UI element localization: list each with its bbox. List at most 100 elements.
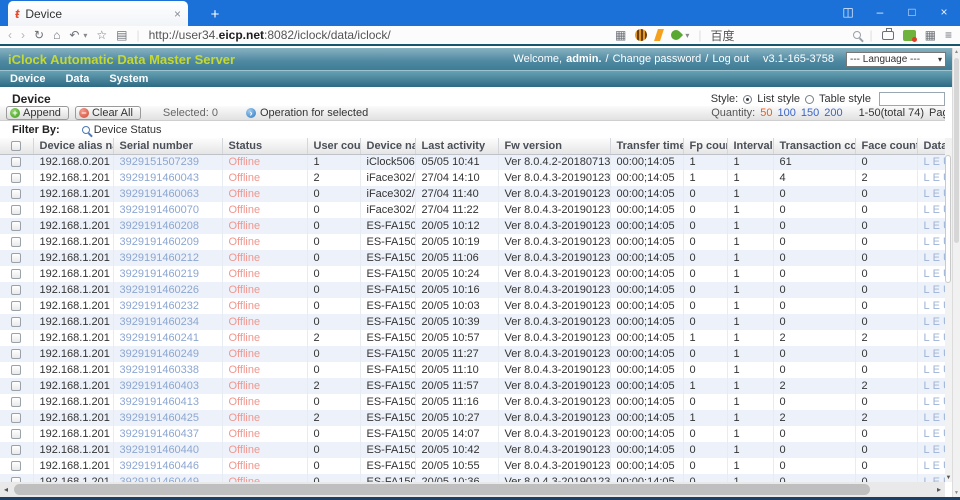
col-transaction-count[interactable]: Transaction count (773, 138, 855, 154)
data-action-link[interactable]: E (933, 380, 940, 392)
data-action-link[interactable]: L (924, 252, 930, 264)
table-row[interactable]: 192.168.1.201 3929191460403 Offline 2 ES… (0, 378, 945, 394)
data-action-link[interactable]: L (924, 300, 930, 312)
table-row[interactable]: 192.168.1.201 3929191460070 Offline 0 iF… (0, 202, 945, 218)
table-scrollbar-thumb[interactable] (945, 155, 951, 283)
scroll-up-icon[interactable]: ▲ (953, 49, 960, 55)
data-action-link[interactable]: E (933, 236, 940, 248)
row-checkbox[interactable] (11, 205, 21, 215)
table-row[interactable]: 192.168.1.201 3929191460226 Offline 0 ES… (0, 282, 945, 298)
device-status-filter[interactable]: Device Status (82, 124, 162, 136)
table-row[interactable]: 192.168.1.201 3929191460446 Offline 0 ES… (0, 458, 945, 474)
menu-icon[interactable]: ≡ (945, 26, 952, 44)
browser-scrollbar[interactable]: ▲ ▼ (952, 48, 960, 497)
table-row[interactable]: 192.168.1.201 3929191460212 Offline 0 ES… (0, 250, 945, 266)
new-tab-button[interactable]: + (202, 6, 228, 23)
table-row[interactable]: 192.168.1.201 3929191460234 Offline 0 ES… (0, 314, 945, 330)
operation-for-selected-button[interactable]: › Operation for selected (246, 107, 368, 119)
browser-tab[interactable]: ŧ Device × (8, 1, 188, 26)
table-row[interactable]: 192.168.1.201 3929191460437 Offline 0 ES… (0, 426, 945, 442)
row-checkbox[interactable] (11, 237, 21, 247)
data-action-link[interactable]: L (924, 316, 930, 328)
data-action-link[interactable]: L (924, 284, 930, 296)
forward-button[interactable]: › (21, 26, 25, 44)
data-action-link[interactable]: L (924, 204, 930, 216)
tab-close-icon[interactable]: × (174, 7, 181, 21)
minimize-button[interactable]: – (864, 0, 896, 24)
change-password-link[interactable]: Change password (613, 53, 702, 65)
table-row[interactable]: 192.168.1.201 3929191460219 Offline 0 ES… (0, 266, 945, 282)
row-checkbox[interactable] (11, 317, 21, 327)
col-user-count[interactable]: User count (307, 138, 360, 154)
serial-number-link[interactable]: 3929191460208 (120, 220, 200, 232)
serial-number-link[interactable]: 3929191460212 (120, 252, 200, 264)
browser-search-input[interactable]: 百度 (711, 27, 861, 44)
row-checkbox[interactable] (11, 445, 21, 455)
col-device-alias[interactable]: Device alias name (33, 138, 113, 154)
data-action-link[interactable]: E (933, 268, 940, 280)
col-face-count[interactable]: Face count (855, 138, 917, 154)
horizontal-scrollbar[interactable]: ◂ ▸ (0, 482, 945, 497)
row-checkbox[interactable] (11, 301, 21, 311)
col-interval[interactable]: Interval (727, 138, 773, 154)
search-icon[interactable] (853, 31, 861, 39)
bookmark-star-icon[interactable]: ☆ (96, 26, 107, 44)
data-action-link[interactable]: E (933, 156, 940, 168)
data-action-link[interactable]: E (933, 428, 940, 440)
col-serial-number[interactable]: Serial number (113, 138, 222, 154)
table-row[interactable]: 192.168.1.201 3929191460208 Offline 0 ES… (0, 218, 945, 234)
quantity-current[interactable]: 50 (760, 107, 772, 119)
data-action-link[interactable]: L (924, 364, 930, 376)
data-action-link[interactable]: E (933, 332, 940, 344)
notes-icon[interactable]: ▤ (116, 26, 127, 44)
extensions-caret-icon[interactable]: ▾ (685, 31, 689, 40)
row-checkbox[interactable] (11, 349, 21, 359)
data-action-link[interactable]: E (933, 252, 940, 264)
table-scrollbar[interactable]: ▼ (945, 138, 952, 482)
row-checkbox[interactable] (11, 461, 21, 471)
row-checkbox[interactable] (11, 413, 21, 423)
data-action-link[interactable]: E (933, 188, 940, 200)
maximize-button[interactable]: □ (896, 0, 928, 24)
window-layout-icon[interactable]: ◫ (832, 0, 864, 24)
data-action-link[interactable]: L (924, 236, 930, 248)
bee-extension-icon[interactable] (635, 29, 647, 41)
table-style-label[interactable]: Table style (819, 93, 871, 105)
data-action-link[interactable]: E (933, 348, 940, 360)
data-action-link[interactable]: E (933, 220, 940, 232)
serial-number-link[interactable]: 3929191460070 (120, 204, 200, 216)
row-checkbox[interactable] (11, 285, 21, 295)
data-action-link[interactable]: L (924, 172, 930, 184)
data-action-link[interactable]: L (924, 412, 930, 424)
serial-number-link[interactable]: 3929191460403 (120, 380, 200, 392)
browser-scrollbar-thumb[interactable] (954, 58, 959, 243)
serial-number-link[interactable]: 3929191460440 (120, 444, 200, 456)
table-row[interactable]: 192.168.1.201 3929191460063 Offline 0 iF… (0, 186, 945, 202)
screenshot-icon[interactable] (903, 30, 916, 41)
data-action-link[interactable]: L (924, 428, 930, 440)
table-row[interactable]: 192.168.1.201 3929191460232 Offline 0 ES… (0, 298, 945, 314)
back-button[interactable]: ‹ (8, 26, 12, 44)
toolbox-icon[interactable] (882, 31, 894, 40)
menu-item-data[interactable]: Data (65, 73, 89, 85)
row-checkbox[interactable] (11, 365, 21, 375)
table-row[interactable]: 192.168.1.201 3929191460043 Offline 2 iF… (0, 170, 945, 186)
table-row[interactable]: 192.168.1.201 3929191460425 Offline 2 ES… (0, 410, 945, 426)
data-action-link[interactable]: E (933, 284, 940, 296)
col-status[interactable]: Status (222, 138, 307, 154)
quick-filter-input[interactable] (879, 92, 945, 106)
table-row[interactable]: 192.168.1.201 3929191460241 Offline 2 ES… (0, 330, 945, 346)
data-action-link[interactable]: L (924, 460, 930, 472)
quantity-option-200[interactable]: 200 (824, 107, 842, 119)
quantity-option-150[interactable]: 150 (801, 107, 819, 119)
select-all-checkbox[interactable] (11, 141, 21, 151)
row-checkbox[interactable] (11, 173, 21, 183)
scroll-down-icon[interactable]: ▼ (945, 475, 952, 481)
serial-number-link[interactable]: 3929191460425 (120, 412, 200, 424)
serial-number-link[interactable]: 3929191460249 (120, 348, 200, 360)
refresh-button[interactable]: ↻ (34, 26, 44, 44)
data-action-link[interactable]: E (933, 204, 940, 216)
row-checkbox[interactable] (11, 429, 21, 439)
plugin-leaf-icon[interactable] (669, 28, 683, 42)
data-action-link[interactable]: L (924, 332, 930, 344)
